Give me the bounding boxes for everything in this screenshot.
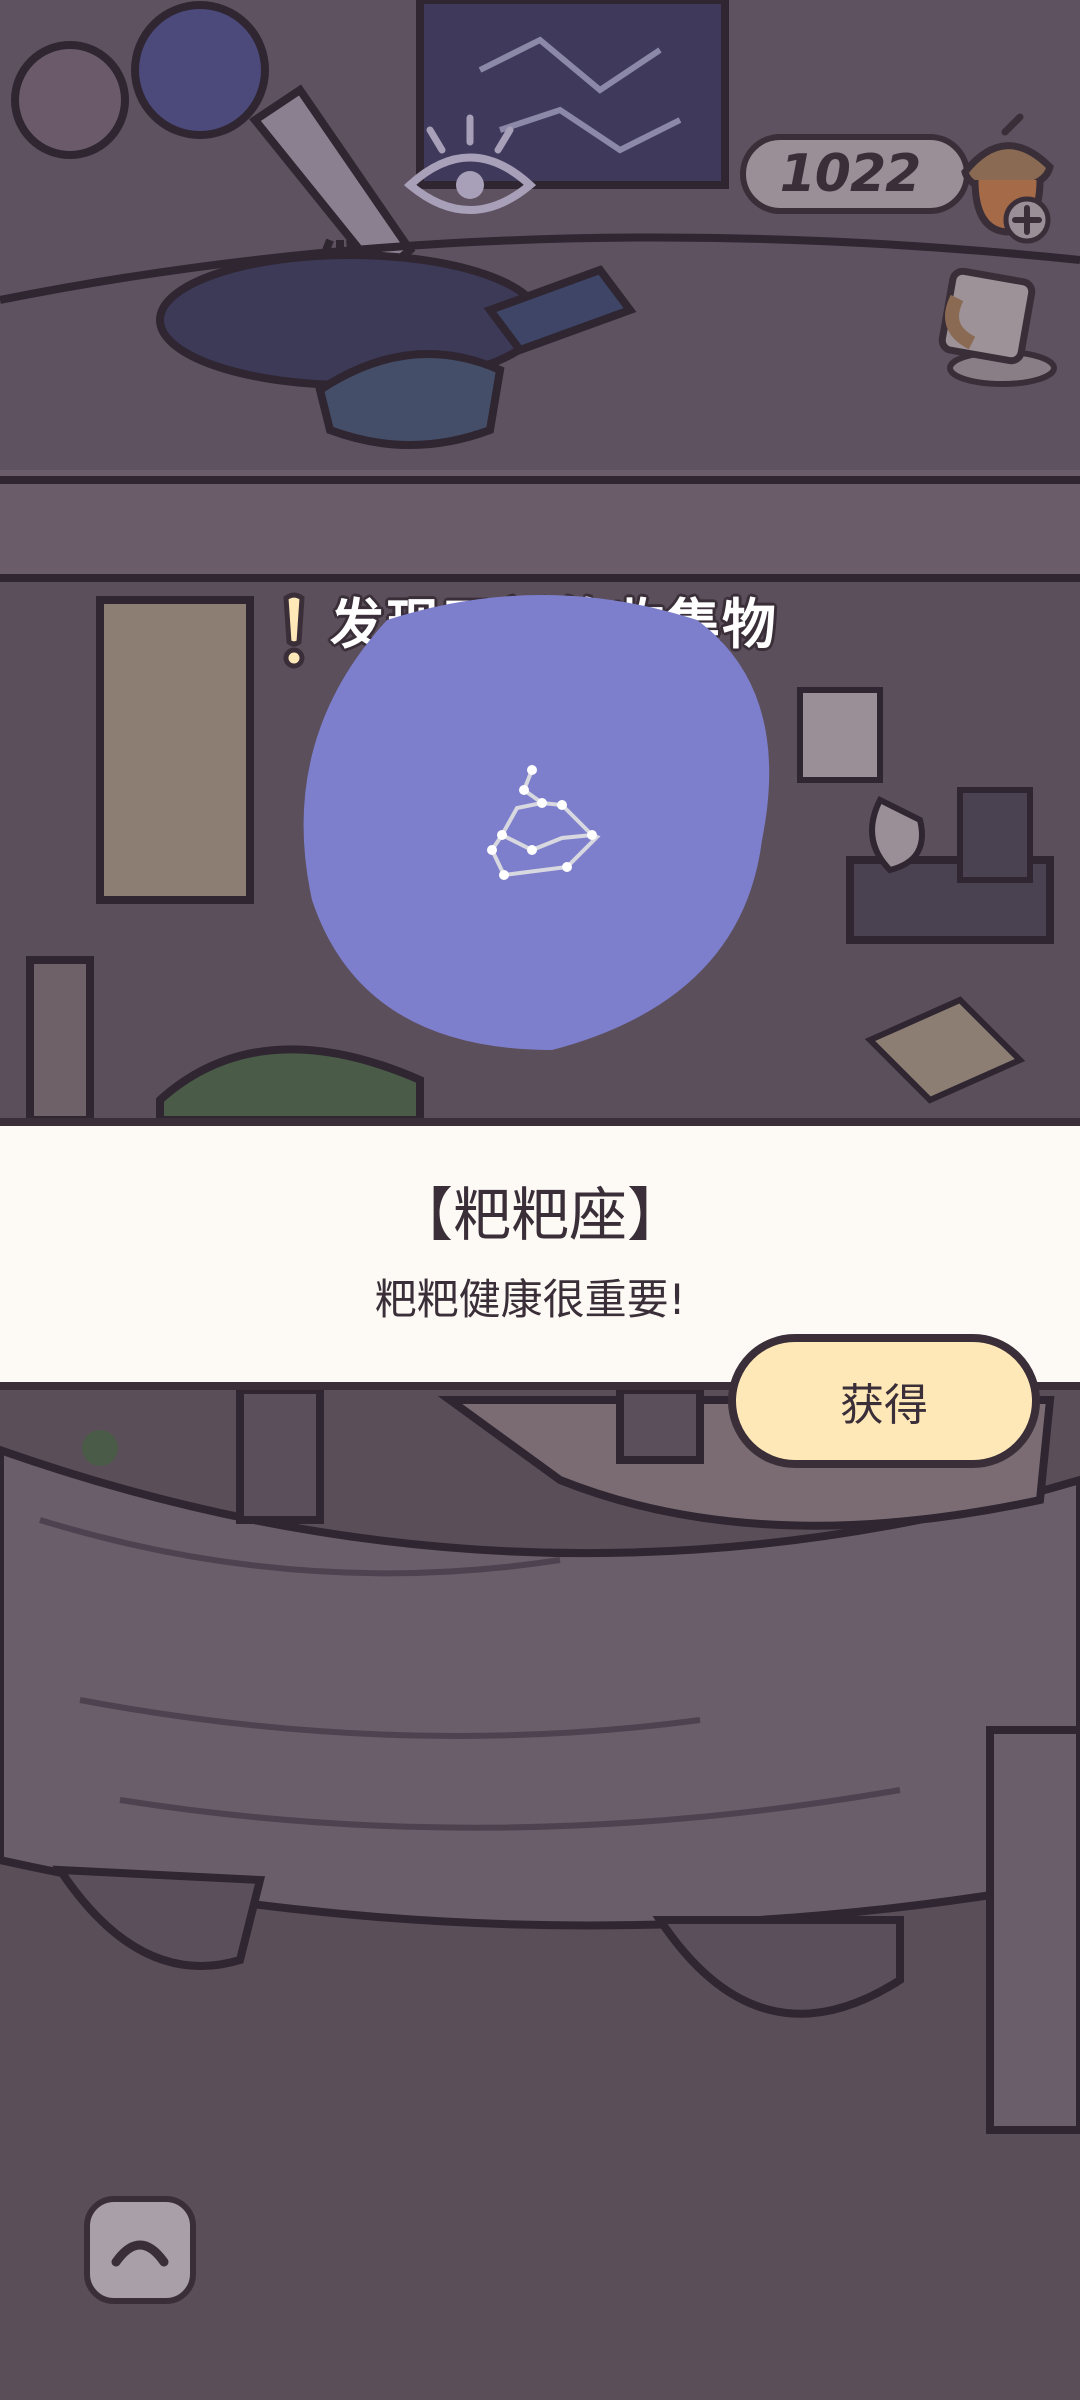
mug-icon[interactable] (932, 267, 1057, 388)
chevron-up-icon (111, 2240, 169, 2267)
collectible-card (292, 580, 790, 1060)
collectible-name: 【粑粑座】 (394, 1181, 685, 1249)
collectible-description: 粑粑健康很重要! (374, 1275, 686, 1324)
expand-button[interactable] (84, 2196, 196, 2304)
plus-icon[interactable] (1002, 195, 1052, 245)
currency-value: 1022 (779, 144, 922, 204)
obtain-button-label: 获得 (840, 1380, 928, 1431)
obtain-button[interactable]: 获得 (728, 1334, 1040, 1468)
eye-icon[interactable] (400, 110, 540, 230)
